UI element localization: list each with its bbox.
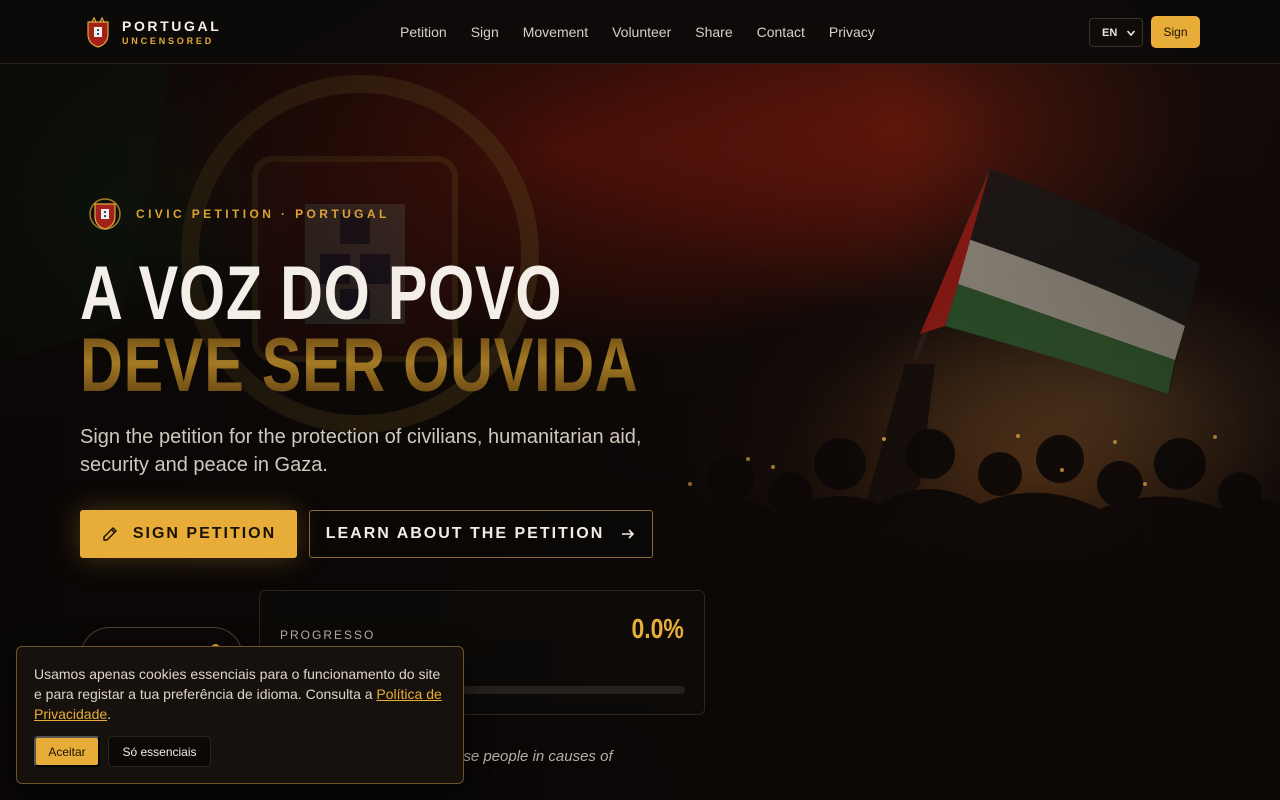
cookie-accept-button[interactable]: Aceitar: [34, 736, 100, 767]
crest-icon: [89, 198, 121, 230]
main-nav: Petition Sign Movement Volunteer Share C…: [388, 0, 887, 64]
progress-value: 0.0%: [631, 613, 684, 644]
cookie-message: Usamos apenas cookies essenciais para o …: [34, 664, 449, 724]
nav-link-sign[interactable]: Sign: [471, 24, 499, 40]
brand-tagline: UNCENSORED: [122, 35, 215, 46]
learn-petition-label: LEARN ABOUT THE PETITION: [325, 525, 605, 542]
hero-subtitle: Sign the petition for the protection of …: [80, 426, 642, 476]
sign-petition-label: SIGN PETITION: [132, 525, 277, 542]
chevron-down-icon: [1126, 30, 1136, 37]
sign-petition-button[interactable]: SIGN PETITION: [80, 510, 297, 558]
nav-link-contact[interactable]: Contact: [757, 24, 805, 40]
arrow-right-icon: [622, 529, 635, 539]
pencil-icon: [103, 527, 117, 541]
nav-link-petition[interactable]: Petition: [400, 24, 447, 40]
headline-line-1: A VOZ DO POVO: [80, 251, 563, 336]
brand-logo-link[interactable]: PORTUGAL UNCENSORED: [86, 16, 221, 48]
cookie-essential-button[interactable]: Só essenciais: [108, 736, 211, 767]
nav-link-privacy[interactable]: Privacy: [829, 24, 875, 40]
learn-petition-button[interactable]: LEARN ABOUT THE PETITION: [309, 510, 653, 558]
quote-fragment: ese people in causes of: [455, 748, 613, 765]
cookie-banner: Usamos apenas cookies essenciais para o …: [16, 646, 464, 784]
crest-icon: [87, 16, 109, 48]
top-navbar: PORTUGAL UNCENSORED Petition Sign Moveme…: [0, 0, 1280, 64]
hero-eyebrow: CIVIC PETITION · PORTUGAL: [86, 195, 390, 233]
nav-link-volunteer[interactable]: Volunteer: [612, 24, 671, 40]
page-title: A VOZ DO POVO DEVE SER OUVIDA: [80, 251, 796, 408]
nav-link-movement[interactable]: Movement: [523, 24, 588, 40]
brand-name: PORTUGAL: [122, 17, 222, 34]
cookie-message-suffix: .: [107, 706, 112, 722]
header-sign-button[interactable]: Sign: [1151, 16, 1200, 48]
nav-link-share[interactable]: Share: [695, 24, 732, 40]
language-select[interactable]: EN: [1089, 18, 1143, 47]
headline-line-2: DEVE SER OUVIDA: [80, 323, 639, 408]
eyebrow-text: CIVIC PETITION · PORTUGAL: [136, 207, 390, 221]
progress-label: PROGRESSO: [280, 628, 376, 642]
language-value: EN: [1102, 26, 1118, 39]
